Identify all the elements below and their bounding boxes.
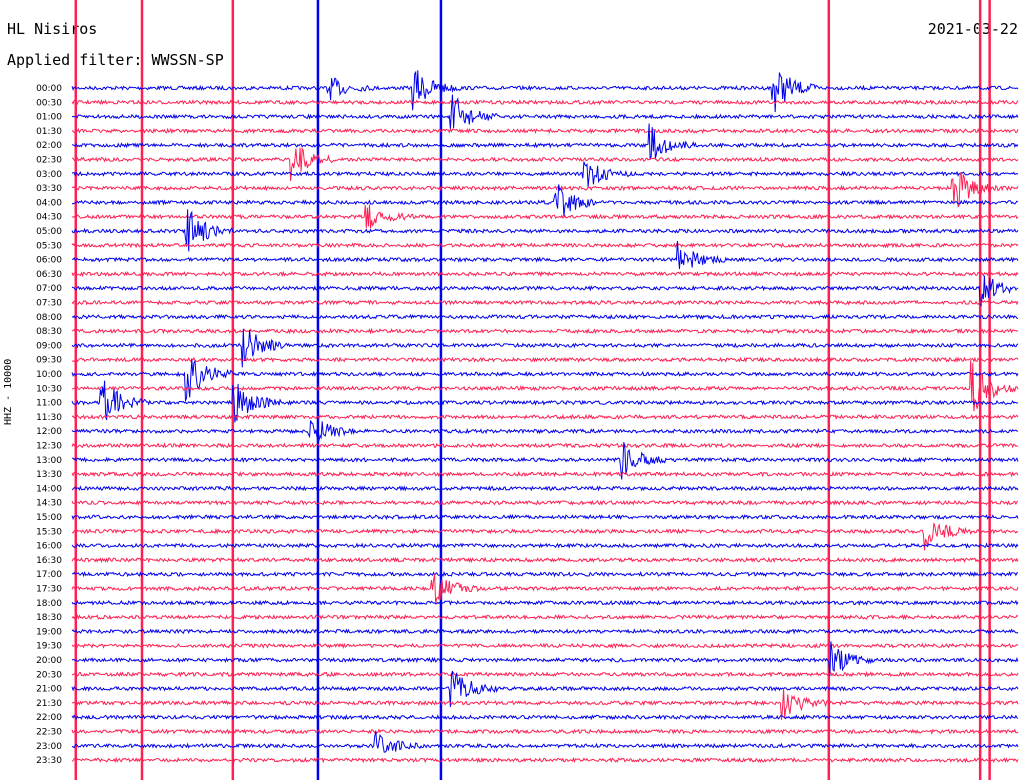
row-time-label: 11:30 bbox=[36, 413, 62, 423]
row-time-label: 04:00 bbox=[36, 198, 62, 208]
row-time-label: 01:00 bbox=[36, 113, 62, 123]
row-time-label: 07:30 bbox=[36, 299, 62, 309]
trace-row-32 bbox=[71, 542, 1019, 549]
row-time-label: 07:00 bbox=[36, 284, 62, 294]
row-time-label: 19:30 bbox=[36, 642, 62, 652]
row-time-label: 01:30 bbox=[36, 127, 62, 137]
trace-row-4 bbox=[71, 123, 1019, 160]
trace-row-11 bbox=[71, 242, 1019, 249]
row-time-label: 13:30 bbox=[36, 470, 62, 480]
trace-row-35 bbox=[71, 574, 1019, 605]
trace-row-38 bbox=[71, 628, 1019, 635]
trace-row-37 bbox=[71, 613, 1019, 621]
trace-row-33 bbox=[71, 556, 1019, 564]
trace-row-15 bbox=[71, 299, 1019, 306]
row-time-label: 08:30 bbox=[36, 327, 62, 337]
trace-row-28 bbox=[71, 485, 1019, 492]
row-time-label: 02:30 bbox=[36, 156, 62, 166]
trace-layer bbox=[71, 70, 1019, 764]
row-time-label: 16:30 bbox=[36, 556, 62, 566]
row-time-label: 09:30 bbox=[36, 356, 62, 366]
row-time-label: 17:30 bbox=[36, 585, 62, 595]
trace-row-8 bbox=[71, 184, 1019, 217]
trace-row-29 bbox=[71, 499, 1019, 506]
row-time-label: 19:00 bbox=[36, 627, 62, 637]
trace-row-47 bbox=[71, 756, 1019, 764]
row-time-label: 05:30 bbox=[36, 241, 62, 251]
trace-row-41 bbox=[71, 670, 1019, 678]
row-time-label: 13:00 bbox=[36, 456, 62, 466]
trace-row-39 bbox=[71, 642, 1019, 650]
row-time-label: 14:00 bbox=[36, 484, 62, 494]
trace-row-46 bbox=[71, 731, 1019, 753]
row-time-label: 16:00 bbox=[36, 542, 62, 552]
row-time-label: 21:30 bbox=[36, 699, 62, 709]
row-time-label: 11:00 bbox=[36, 399, 62, 409]
row-time-label: 17:00 bbox=[36, 570, 62, 580]
row-time-label: 04:30 bbox=[36, 213, 62, 223]
trace-row-24 bbox=[71, 420, 1019, 443]
trace-row-2 bbox=[71, 94, 1019, 130]
row-time-label: 18:00 bbox=[36, 599, 62, 609]
row-time-label: 05:00 bbox=[36, 227, 62, 237]
trace-row-3 bbox=[71, 127, 1019, 135]
trace-row-27 bbox=[71, 470, 1019, 478]
row-time-label: 00:30 bbox=[36, 98, 62, 108]
row-time-label: 09:00 bbox=[36, 341, 62, 351]
row-time-label: 08:00 bbox=[36, 313, 62, 323]
row-time-label: 18:30 bbox=[36, 613, 62, 623]
row-time-label: 15:30 bbox=[36, 527, 62, 537]
trace-row-9 bbox=[71, 204, 1019, 229]
row-label-layer: 00:00 00:30 01:00 01:30 02:00 02:30 03:00 03:30… bbox=[36, 84, 62, 766]
row-time-label: 14:30 bbox=[36, 499, 62, 509]
trace-row-13 bbox=[71, 270, 1019, 278]
row-time-label: 03:30 bbox=[36, 184, 62, 194]
row-time-label: 02:00 bbox=[36, 141, 62, 151]
row-time-label: 03:00 bbox=[36, 170, 62, 180]
row-time-label: 06:00 bbox=[36, 256, 62, 266]
row-time-label: 23:00 bbox=[36, 742, 62, 752]
trace-row-23 bbox=[71, 413, 1019, 420]
row-time-label: 12:00 bbox=[36, 427, 62, 437]
trace-row-30 bbox=[71, 513, 1019, 521]
row-time-label: 12:30 bbox=[36, 442, 62, 452]
row-time-label: 10:00 bbox=[36, 370, 62, 380]
trace-row-36 bbox=[71, 599, 1019, 607]
row-time-label: 20:00 bbox=[36, 656, 62, 666]
trace-row-0 bbox=[71, 70, 1019, 113]
trace-row-44 bbox=[71, 713, 1019, 721]
row-time-label: 06:30 bbox=[36, 270, 62, 280]
trace-row-19 bbox=[72, 356, 1019, 363]
row-time-label: 21:00 bbox=[36, 685, 62, 695]
trace-row-34 bbox=[71, 570, 1019, 578]
trace-row-16 bbox=[71, 313, 1019, 321]
trace-row-1 bbox=[71, 99, 1019, 106]
trace-row-17 bbox=[71, 327, 1019, 335]
row-time-label: 23:30 bbox=[36, 756, 62, 766]
row-time-label: 15:00 bbox=[36, 513, 62, 523]
row-time-label: 22:30 bbox=[36, 728, 62, 738]
trace-row-45 bbox=[71, 728, 1019, 735]
row-time-label: 10:30 bbox=[36, 384, 62, 394]
row-time-label: 00:00 bbox=[36, 84, 62, 94]
trace-row-20 bbox=[71, 359, 1019, 402]
row-time-label: 20:30 bbox=[36, 670, 62, 680]
trace-row-25 bbox=[71, 442, 1019, 449]
helicorder-plot: 00:00 00:30 01:00 01:30 02:00 02:30 03:00 03:30… bbox=[36, 0, 1019, 780]
row-time-label: 22:00 bbox=[36, 713, 62, 723]
trace-row-6 bbox=[71, 161, 1019, 188]
